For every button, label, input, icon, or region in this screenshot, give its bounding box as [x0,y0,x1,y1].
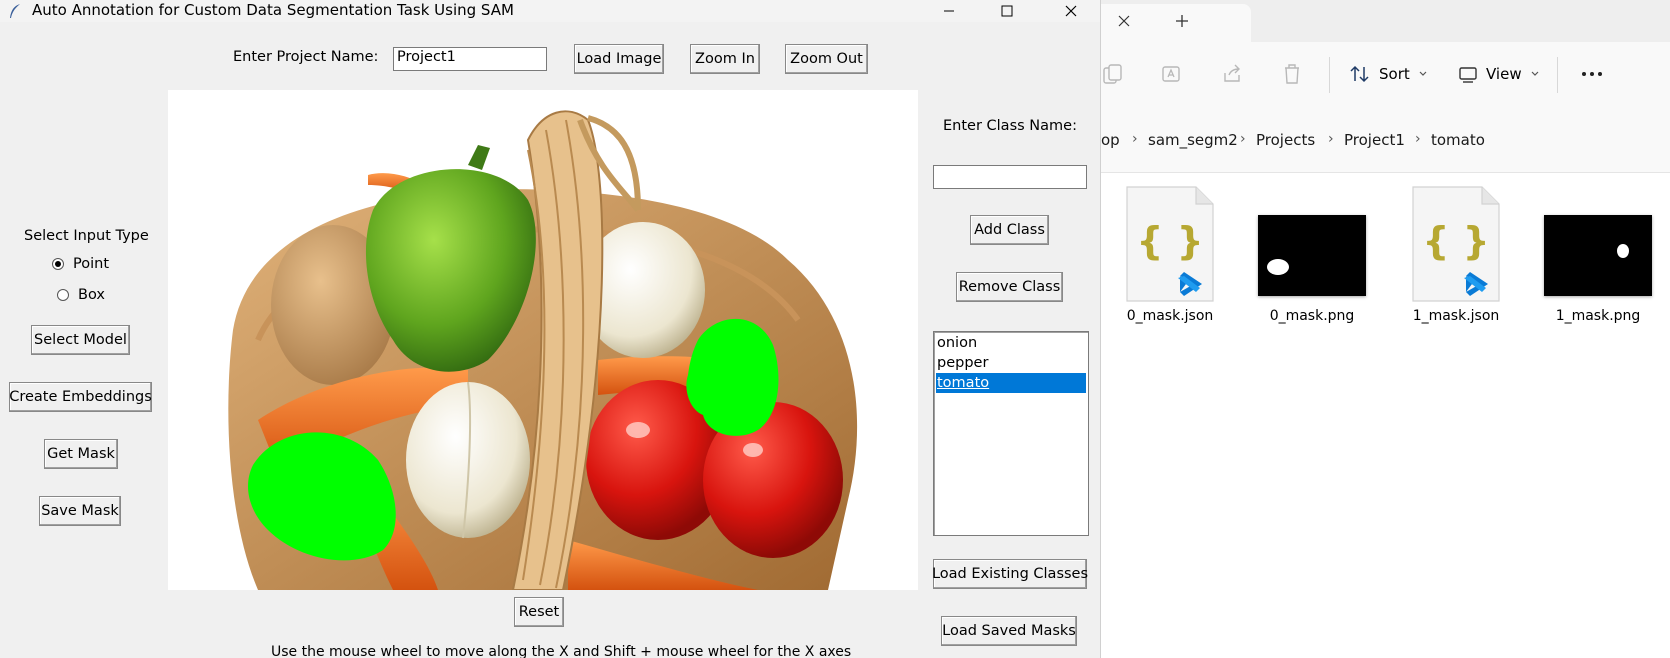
scroll-hint-text: Use the mouse wheel to move along the X … [271,644,852,658]
sort-icon [1350,65,1369,83]
remove-class-button[interactable]: Remove Class [956,272,1063,302]
mask-thumbnail [1258,215,1366,296]
select-model-button[interactable]: Select Model [31,325,130,355]
command-separator [1557,57,1558,93]
breadcrumb-separator-icon: › [1132,131,1138,147]
point-radio-label: Point [73,256,110,272]
mask-blob-image [1267,259,1289,275]
zoom-out-button[interactable]: Zoom Out [785,44,868,74]
maximize-icon [1001,5,1013,17]
vegetable-basket-image [228,110,858,590]
breadcrumb-item[interactable]: Project1 [1344,131,1405,149]
get-mask-button[interactable]: Get Mask [44,439,118,469]
svg-text:{ }: { } [1422,219,1489,263]
view-icon [1459,67,1477,83]
delete-button[interactable] [1278,60,1306,88]
load-saved-masks-button[interactable]: Load Saved Masks [941,616,1077,646]
file-item-0-mask-json[interactable]: { } 0_mask.json [1126,186,1214,324]
box-radio-indicator[interactable] [57,289,69,301]
mask-blob-image [1617,244,1629,258]
project-name-label: Enter Project Name: [233,49,379,65]
class-name-input[interactable] [933,165,1087,189]
chevron-down-icon [1419,71,1427,76]
ellipsis-icon [1582,72,1602,76]
rename-icon [1162,66,1180,82]
class-list-item-selected[interactable]: tomato [936,373,1086,393]
file-name: 0_mask.png [1269,308,1355,324]
tab-close-button[interactable] [1115,12,1133,30]
window-title: Auto Annotation for Custom Data Segmenta… [32,1,514,19]
image-canvas[interactable] [168,90,918,590]
share-button[interactable] [1218,60,1246,88]
share-icon [1224,64,1240,82]
maximize-button[interactable] [984,0,1030,22]
view-button[interactable]: View [1458,60,1540,88]
file-explorer-window: Sort View op › sam_segm2 › Projects › Pr… [1100,0,1670,658]
copy-icon [1103,64,1122,84]
minimize-icon [944,10,954,12]
save-mask-button[interactable]: Save Mask [39,496,121,526]
copy-button[interactable] [1101,60,1127,88]
sort-button[interactable]: Sort [1349,60,1428,88]
box-radio[interactable]: Box [57,287,105,303]
breadcrumb-item[interactable]: sam_segm2 [1148,131,1238,149]
command-separator [1329,57,1330,93]
svg-text:{ }: { } [1136,219,1203,263]
sort-label: Sort [1379,65,1410,83]
box-radio-label: Box [78,287,105,303]
file-name: 1_mask.json [1412,308,1500,324]
point-radio-indicator[interactable] [52,258,64,270]
breadcrumb-separator-icon: › [1240,131,1246,147]
class-listbox[interactable]: onion pepper tomato [933,331,1089,536]
breadcrumb-separator-icon: › [1415,131,1421,147]
plus-icon [1176,15,1188,27]
breadcrumb-item[interactable]: op [1101,131,1120,149]
close-icon [1065,5,1077,17]
reset-button[interactable]: Reset [514,597,564,627]
file-item-1-mask-json[interactable]: { } 1_mask.json [1412,186,1500,324]
load-image-button[interactable]: Load Image [574,44,664,74]
class-name-label: Enter Class Name: [943,118,1077,134]
add-class-button[interactable]: Add Class [970,215,1049,245]
view-label: View [1486,65,1522,83]
title-bar[interactable]: Auto Annotation for Custom Data Segmenta… [0,0,1100,22]
rename-button[interactable] [1158,60,1186,88]
create-embeddings-button[interactable]: Create Embeddings [9,382,152,412]
mask-thumbnail [1544,215,1652,296]
input-type-label: Select Input Type [24,228,149,244]
load-existing-classes-button[interactable]: Load Existing Classes [932,559,1088,589]
class-list-item[interactable]: pepper [936,353,1086,373]
json-file-icon: { } [1126,186,1214,302]
class-list-item[interactable]: onion [936,333,1086,353]
close-icon [1118,15,1130,27]
file-name: 1_mask.png [1555,308,1641,324]
project-name-input[interactable]: Project1 [393,47,547,71]
json-file-icon: { } [1412,186,1500,302]
feather-icon [10,4,20,18]
minimize-button[interactable] [926,0,972,22]
point-radio[interactable]: Point [52,256,109,272]
file-item-0-mask-png[interactable]: 0_mask.png [1258,215,1366,324]
chevron-down-icon [1531,71,1539,76]
breadcrumb-separator-icon: › [1328,131,1334,147]
trash-icon [1285,64,1299,84]
zoom-in-button[interactable]: Zoom In [690,44,760,74]
file-item-1-mask-png[interactable]: 1_mask.png [1544,215,1652,324]
more-options-button[interactable] [1574,60,1610,88]
new-tab-button[interactable] [1171,10,1193,32]
breadcrumb-item[interactable]: tomato [1431,131,1485,149]
breadcrumb-item[interactable]: Projects [1256,131,1315,149]
file-name: 0_mask.json [1126,308,1214,324]
close-button[interactable] [1048,0,1094,22]
annotation-app-window: Auto Annotation for Custom Data Segmenta… [0,0,1100,658]
